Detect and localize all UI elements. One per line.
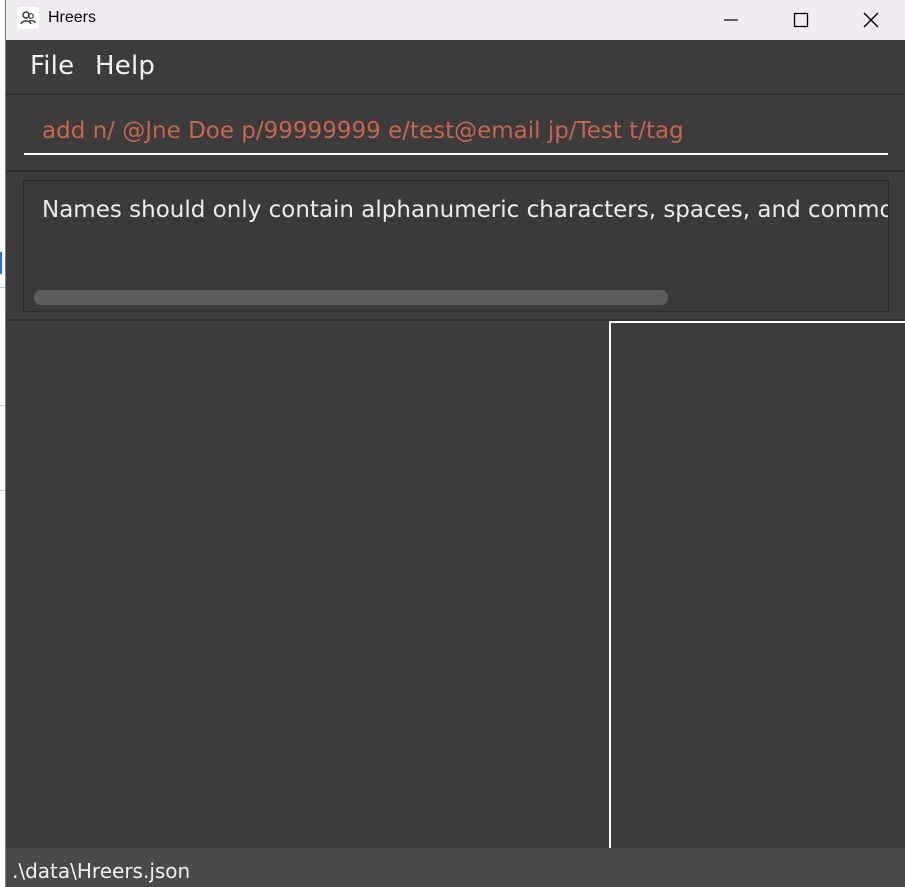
result-display[interactable]: Names should only contain alphanumeric c…	[23, 180, 889, 312]
person-list-panel[interactable]	[6, 321, 609, 848]
background-window-accent	[0, 252, 2, 274]
menu-help[interactable]: Help	[95, 51, 155, 81]
minimize-icon	[724, 19, 738, 21]
result-display-container: Names should only contain alphanumeric c…	[6, 172, 905, 321]
maximize-button[interactable]	[766, 0, 836, 40]
save-file-path: .\data\Hreers.json	[12, 859, 191, 883]
command-box	[6, 95, 905, 172]
status-bar: .\data\Hreers.json	[6, 848, 905, 887]
app-window: Hreers File Help Names should only conta…	[5, 0, 905, 887]
horizontal-scrollbar[interactable]	[34, 290, 668, 305]
minimize-button[interactable]	[696, 0, 766, 40]
result-message: Names should only contain alphanumeric c…	[42, 197, 889, 223]
close-icon	[863, 12, 879, 28]
command-input[interactable]	[24, 109, 888, 155]
menu-bar: File Help	[6, 41, 905, 95]
app-logo-icon	[17, 7, 39, 29]
window-title: Hreers	[48, 9, 97, 26]
person-detail-panel[interactable]	[609, 321, 905, 848]
close-button[interactable]	[836, 0, 905, 40]
title-bar[interactable]: Hreers	[6, 0, 905, 40]
menu-file[interactable]: File	[30, 51, 74, 81]
maximize-icon	[793, 12, 809, 28]
